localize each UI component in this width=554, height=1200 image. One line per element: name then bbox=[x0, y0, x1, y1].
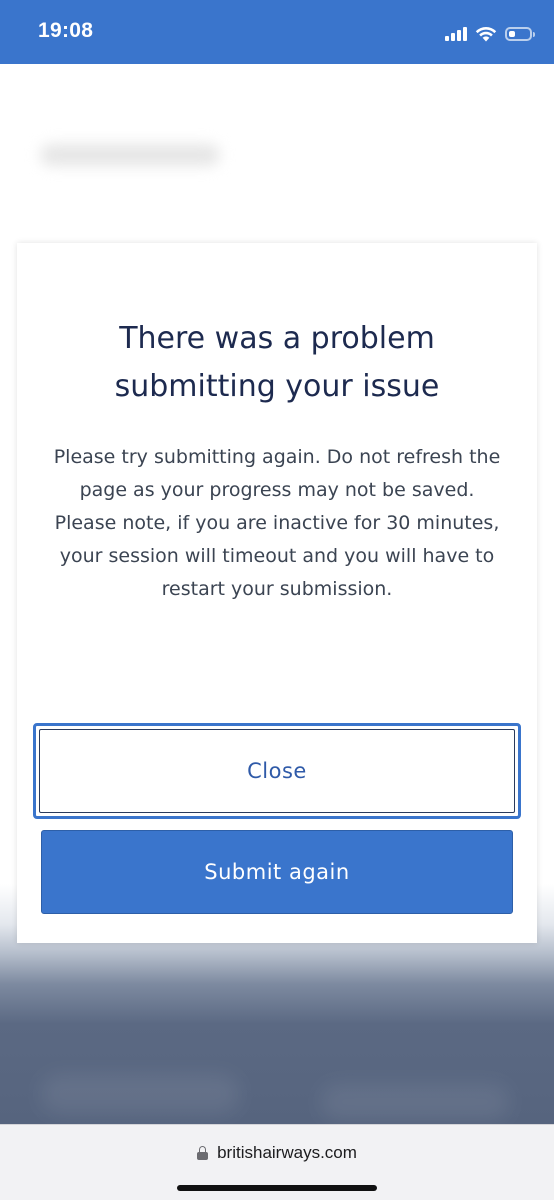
dialog-message-line: Please try submitting again. Do not refr… bbox=[53, 446, 501, 501]
address-bar[interactable]: britishairways.com bbox=[0, 1143, 554, 1163]
dialog-title: There was a problem submitting your issu… bbox=[114, 321, 440, 404]
url-text: britishairways.com bbox=[217, 1143, 357, 1162]
home-indicator[interactable] bbox=[177, 1185, 377, 1191]
status-bar: 19:08 bbox=[0, 0, 554, 64]
status-icons bbox=[445, 22, 535, 46]
dialog-message: Please try submitting again. Do not refr… bbox=[41, 441, 513, 606]
blurred-content bbox=[40, 1074, 240, 1114]
wifi-icon bbox=[475, 26, 497, 42]
blurred-header-text bbox=[40, 144, 220, 166]
dialog-message-line: Please note, if you are inactive for 30 … bbox=[54, 512, 500, 600]
signal-icon bbox=[445, 27, 467, 41]
close-button-label: Close bbox=[39, 729, 515, 813]
status-time: 19:08 bbox=[38, 19, 94, 42]
lock-icon bbox=[197, 1146, 209, 1160]
browser-bottom-bar: britishairways.com bbox=[0, 1124, 554, 1200]
close-button[interactable]: Close bbox=[33, 723, 521, 819]
battery-nub bbox=[533, 32, 535, 37]
battery-icon bbox=[505, 27, 535, 41]
battery-fill bbox=[509, 31, 515, 37]
blurred-content bbox=[320, 1084, 510, 1120]
submit-again-button[interactable]: Submit again bbox=[41, 830, 513, 914]
error-dialog: There was a problem submitting your issu… bbox=[17, 243, 537, 943]
